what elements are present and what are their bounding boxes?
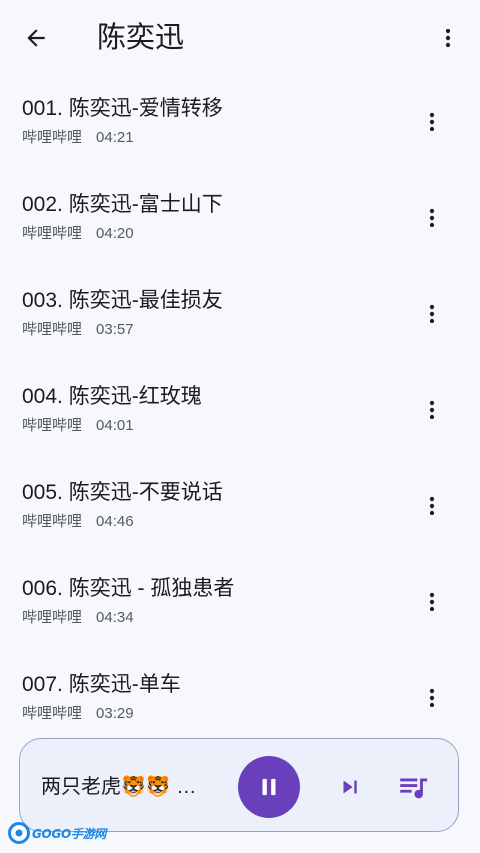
more-vert-icon <box>445 28 451 48</box>
watermark-text: GOGO手游网 <box>32 826 107 841</box>
more-vert-icon <box>429 208 435 228</box>
back-button[interactable] <box>16 18 56 58</box>
song-meta: 哔哩哔哩 03:29 <box>22 704 134 724</box>
site-watermark: GOGO手游网 <box>8 820 106 846</box>
watermark-logo-icon <box>8 822 30 844</box>
song-row[interactable]: 002. 陈奕迅-富士山下 哔哩哔哩 04:20 <box>0 172 480 268</box>
song-row[interactable]: 007. 陈奕迅-单车 哔哩哔哩 03:29 <box>0 652 480 748</box>
song-more-button[interactable] <box>412 390 452 430</box>
song-duration: 04:21 <box>96 129 134 146</box>
more-vert-icon <box>429 688 435 708</box>
song-source: 哔哩哔哩 <box>22 225 83 242</box>
song-duration: 04:20 <box>96 225 134 242</box>
song-meta: 哔哩哔哩 04:20 <box>22 224 134 244</box>
song-source: 哔哩哔哩 <box>22 129 83 146</box>
queue-button[interactable] <box>394 768 432 806</box>
song-title: 003. 陈奕迅-最佳损友 <box>22 289 223 312</box>
more-vert-icon <box>429 112 435 132</box>
song-meta: 哔哩哔哩 04:46 <box>22 512 134 532</box>
song-more-button[interactable] <box>412 102 452 142</box>
song-title: 002. 陈奕迅-富士山下 <box>22 193 223 216</box>
song-source: 哔哩哔哩 <box>22 705 83 722</box>
pause-icon <box>262 778 276 796</box>
song-title: 001. 陈奕迅-爱情转移 <box>22 97 223 120</box>
song-title: 005. 陈奕迅-不要说话 <box>22 481 223 504</box>
song-more-button[interactable] <box>412 198 452 238</box>
song-duration: 03:57 <box>96 321 134 338</box>
skip-next-icon <box>343 780 357 794</box>
arrow-left-icon <box>27 29 45 47</box>
song-row[interactable]: 005. 陈奕迅-不要说话 哔哩哔哩 04:46 <box>0 460 480 556</box>
song-row[interactable]: 003. 陈奕迅-最佳损友 哔哩哔哩 03:57 <box>0 268 480 364</box>
more-vert-icon <box>429 400 435 420</box>
song-duration: 03:29 <box>96 705 134 722</box>
overflow-menu-button[interactable] <box>428 18 468 58</box>
song-row[interactable]: 004. 陈奕迅-红玫瑰 哔哩哔哩 04:01 <box>0 364 480 460</box>
song-source: 哔哩哔哩 <box>22 321 83 338</box>
song-source: 哔哩哔哩 <box>22 417 83 434</box>
song-source: 哔哩哔哩 <box>22 609 83 626</box>
song-more-button[interactable] <box>412 294 452 334</box>
song-more-button[interactable] <box>412 582 452 622</box>
now-playing-title: 两只老虎🐯🐯 … <box>41 776 197 798</box>
more-vert-icon <box>429 304 435 324</box>
next-button[interactable] <box>333 770 367 804</box>
top-app-bar: 陈奕迅 <box>0 0 480 76</box>
more-vert-icon <box>429 496 435 516</box>
more-vert-icon <box>429 592 435 612</box>
song-more-button[interactable] <box>412 486 452 526</box>
song-duration: 04:46 <box>96 513 134 530</box>
song-source: 哔哩哔哩 <box>22 513 83 530</box>
song-title: 007. 陈奕迅-单车 <box>22 673 181 696</box>
song-meta: 哔哩哔哩 03:57 <box>22 320 134 340</box>
song-row[interactable]: 006. 陈奕迅 - 孤独患者 哔哩哔哩 04:34 <box>0 556 480 652</box>
song-meta: 哔哩哔哩 04:34 <box>22 608 134 628</box>
pause-button[interactable] <box>238 756 300 818</box>
song-duration: 04:01 <box>96 417 134 434</box>
song-list: 001. 陈奕迅-爱情转移 哔哩哔哩 04:21 002. 陈奕迅-富士山下 哔哩… <box>0 76 480 748</box>
song-duration: 04:34 <box>96 609 134 626</box>
mini-player[interactable]: 两只老虎🐯🐯 … <box>19 738 459 832</box>
song-meta: 哔哩哔哩 04:01 <box>22 416 134 436</box>
page-title: 陈奕迅 <box>97 22 185 54</box>
song-title: 006. 陈奕迅 - 孤独患者 <box>22 577 235 600</box>
queue-music-icon <box>400 778 428 799</box>
song-row[interactable]: 001. 陈奕迅-爱情转移 哔哩哔哩 04:21 <box>0 76 480 172</box>
song-title: 004. 陈奕迅-红玫瑰 <box>22 385 202 408</box>
song-more-button[interactable] <box>412 678 452 718</box>
song-meta: 哔哩哔哩 04:21 <box>22 128 134 148</box>
